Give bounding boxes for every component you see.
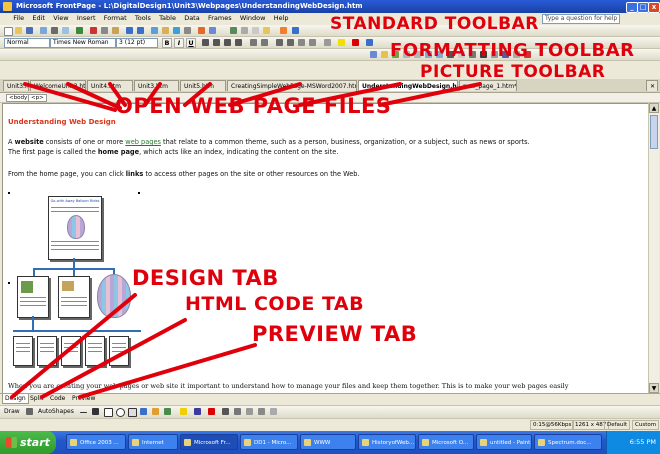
arrow-to-open-files — [23, 82, 117, 112]
annotation-standard-toolbar: STANDARD TOOLBAR — [330, 14, 539, 34]
arrow-to-preview-tab — [78, 343, 257, 399]
annotation-open-web-page-files: OPEN WEB PAGE FILES — [115, 94, 392, 118]
annotation-html-code-tab: HTML CODE TAB — [185, 293, 365, 315]
annotation-preview-tab: PREVIEW TAB — [252, 322, 418, 346]
annotation-formatting-toolbar: FORMATTING TOOLBAR — [390, 40, 635, 61]
annotation-picture-toolbar: PICTURE TOOLBAR — [420, 62, 606, 82]
arrow-to-open-files — [378, 82, 482, 107]
annotation-design-tab: DESIGN TAB — [132, 266, 279, 290]
